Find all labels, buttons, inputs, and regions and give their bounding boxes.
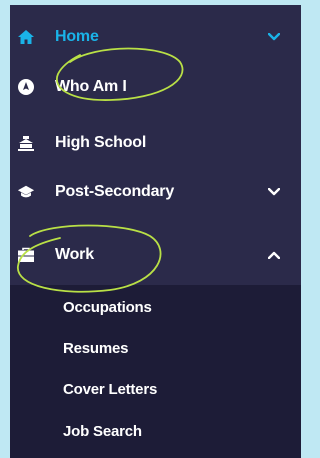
submenu-item-resumes[interactable]: Resumes — [63, 340, 129, 357]
compass-icon — [17, 78, 35, 96]
chevron-down-icon[interactable] — [267, 30, 281, 44]
home-icon — [17, 28, 35, 46]
nav-item-label: Home — [55, 28, 99, 45]
sidebar-menu: Home Who Am I High School Post-Secondary… — [10, 5, 301, 458]
graduation-cap-icon — [17, 183, 35, 201]
nav-item-label: High School — [55, 134, 147, 151]
submenu-item-cover-letters[interactable]: Cover Letters — [63, 381, 157, 398]
nav-item-label: Post-Secondary — [55, 183, 175, 200]
chevron-down-icon[interactable] — [267, 185, 281, 199]
nav-item-who-am-i[interactable]: Who Am I — [10, 66, 301, 108]
nav-item-work[interactable]: Work — [10, 234, 301, 276]
work-submenu: Occupations Resumes Cover Letters Job Se… — [10, 285, 301, 458]
chevron-up-icon[interactable] — [267, 248, 281, 262]
briefcase-icon — [17, 246, 35, 264]
nav-item-home[interactable]: Home — [10, 16, 301, 58]
nav-item-label: Who Am I — [55, 78, 127, 95]
submenu-item-occupations[interactable]: Occupations — [63, 299, 152, 316]
school-building-icon — [17, 134, 35, 152]
nav-item-post-secondary[interactable]: Post-Secondary — [10, 171, 301, 213]
submenu-item-job-search[interactable]: Job Search — [63, 423, 142, 440]
nav-item-high-school[interactable]: High School — [10, 122, 301, 164]
nav-item-label: Work — [55, 246, 94, 263]
